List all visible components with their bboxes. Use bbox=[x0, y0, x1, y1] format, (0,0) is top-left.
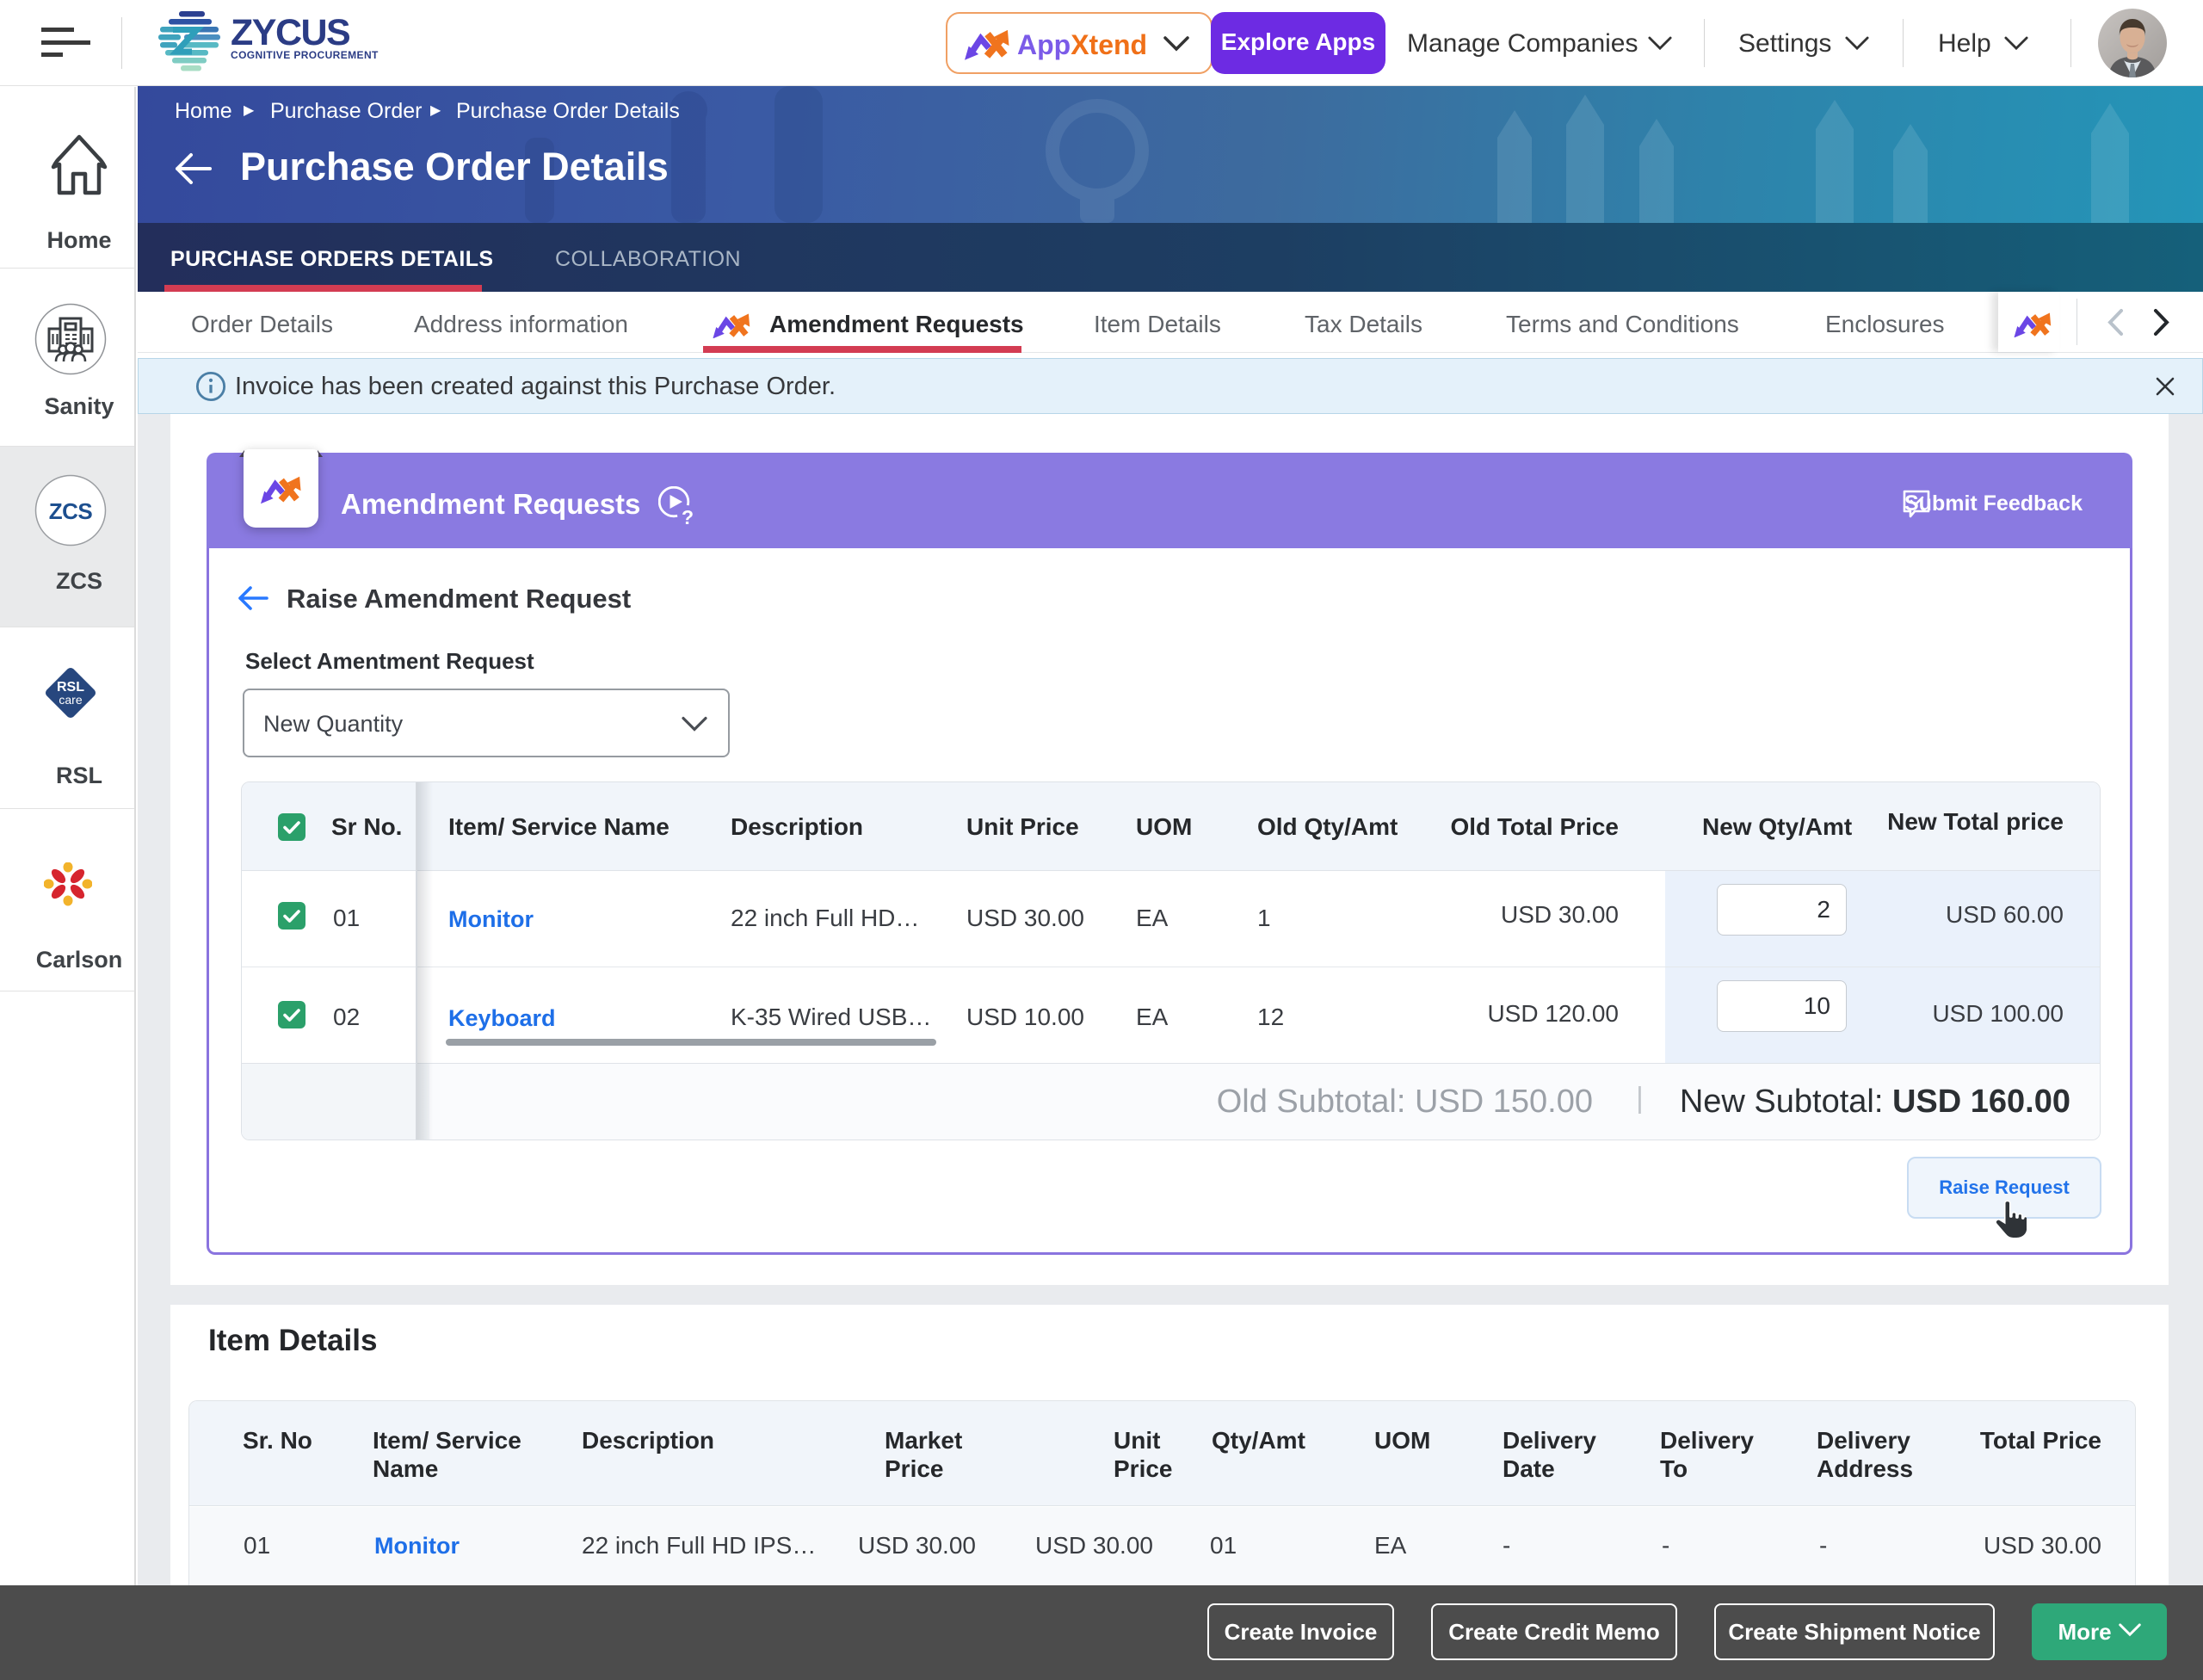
svg-text:?: ? bbox=[682, 506, 694, 528]
svg-text:care: care bbox=[59, 693, 82, 707]
svg-text:ZCS: ZCS bbox=[49, 498, 93, 524]
